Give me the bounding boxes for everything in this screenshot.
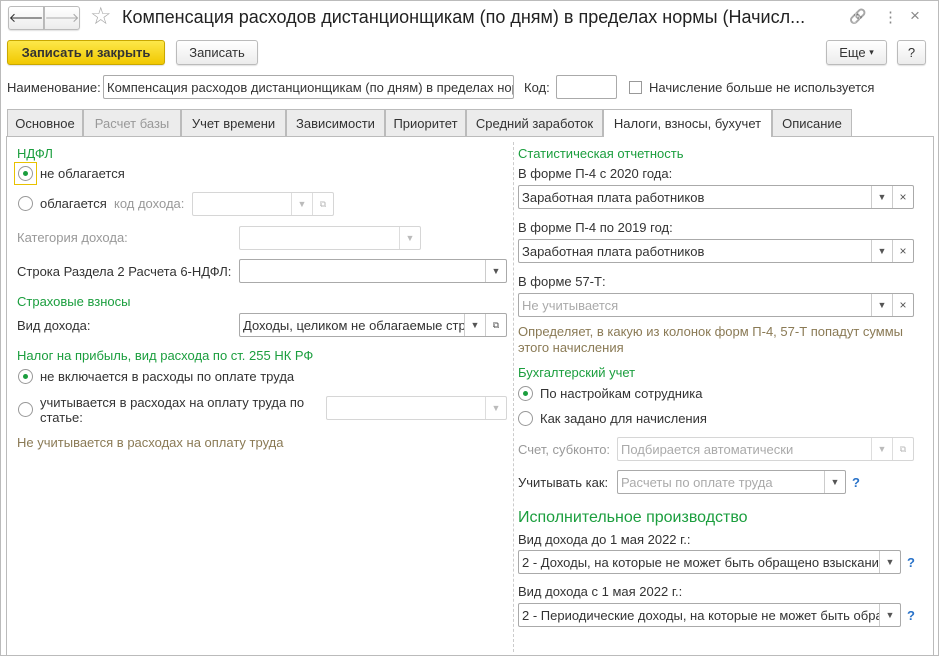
more-label: Еще (839, 45, 866, 60)
code-input[interactable] (556, 75, 617, 99)
tab-dependencies[interactable]: Зависимости (286, 109, 385, 136)
help-button[interactable]: ? (897, 40, 926, 65)
unused-label: Начисление больше не используется (649, 80, 875, 95)
favorite-star-icon[interactable]: ☆ (90, 2, 112, 31)
save-button[interactable]: Записать (176, 40, 258, 65)
link-icon[interactable]: 🔗 (849, 8, 866, 25)
tab-taxes[interactable]: Налоги, взносы, бухучет (603, 109, 772, 137)
tab-description[interactable]: Описание (772, 109, 852, 136)
name-value: Компенсация расходов дистанционщикам (по… (107, 79, 513, 95)
close-icon[interactable]: × (910, 6, 920, 26)
tab-base-calc[interactable]: Расчет базы (83, 109, 181, 136)
tab-time-accounting[interactable]: Учет времени (181, 109, 286, 136)
name-input[interactable]: Компенсация расходов дистанционщикам (по… (103, 75, 514, 99)
arrow-left-icon: 🡐 (8, 10, 44, 25)
window-title: Компенсация расходов дистанционщикам (по… (122, 7, 806, 27)
name-label: Наименование: (7, 80, 101, 95)
tab-main[interactable]: Основное (7, 109, 83, 136)
tab-panel (6, 136, 934, 656)
arrow-right-icon: 🡒 (44, 10, 80, 25)
more-button[interactable]: Еще ▾ (826, 40, 887, 65)
more-actions-icon[interactable]: ⋮ (883, 8, 898, 26)
tab-priority[interactable]: Приоритет (385, 109, 466, 136)
forward-button[interactable]: 🡒 (44, 6, 80, 30)
chevron-down-icon: ▾ (869, 47, 874, 57)
unused-checkbox[interactable] (629, 81, 642, 94)
save-and-close-button[interactable]: Записать и закрыть (7, 40, 165, 65)
tab-average-earnings[interactable]: Средний заработок (466, 109, 603, 136)
back-button[interactable]: 🡐 (8, 6, 44, 30)
code-label: Код: (524, 80, 550, 95)
